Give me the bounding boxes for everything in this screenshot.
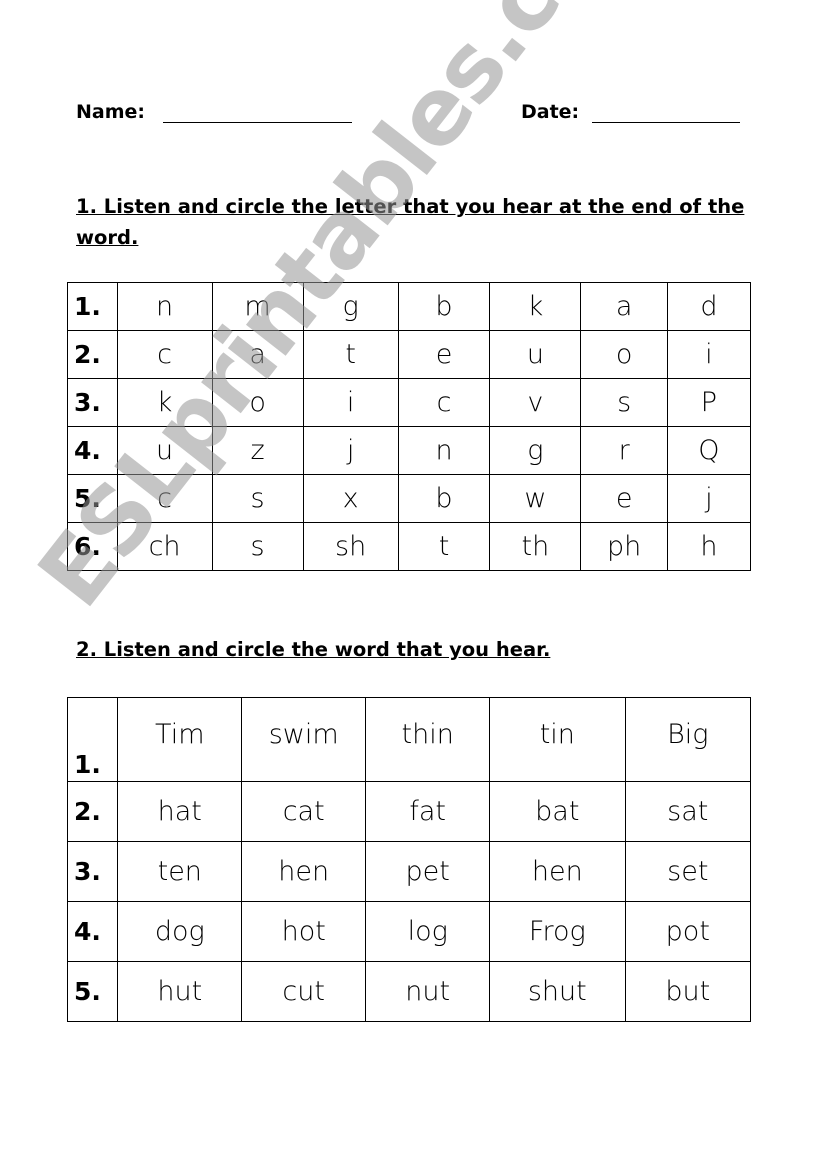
table-row: 2. c a t e u o i xyxy=(67,330,752,379)
answer-option[interactable]: t xyxy=(302,330,399,379)
row-number: 4. xyxy=(66,901,119,962)
row-number: 2. xyxy=(67,330,118,379)
answer-option[interactable]: o xyxy=(580,330,668,379)
answer-option[interactable]: hen xyxy=(489,841,626,902)
answer-option[interactable]: u xyxy=(489,330,582,379)
answer-option[interactable]: d xyxy=(666,282,752,331)
row-number: 1. xyxy=(67,282,118,331)
answer-option[interactable]: a xyxy=(580,282,668,331)
answer-option[interactable]: tin xyxy=(489,697,626,782)
table-row: 1. Tim swim thin tin Big xyxy=(66,697,752,782)
answer-option[interactable]: k xyxy=(116,378,213,427)
answer-option[interactable]: b xyxy=(397,282,491,331)
row-number: 3. xyxy=(67,378,118,427)
answer-option[interactable]: fat xyxy=(365,781,491,842)
answer-option[interactable]: t xyxy=(397,522,491,571)
letters-table: 1. n m g b k a d 2. c a t e u o i 3. k o i c v s P 4. u z j n g r Q 5. c s… xyxy=(67,282,752,571)
answer-option[interactable]: hen xyxy=(241,841,367,902)
answer-option[interactable]: g xyxy=(302,282,399,331)
answer-option[interactable]: h xyxy=(666,522,752,571)
answer-option[interactable]: P xyxy=(666,378,752,427)
name-label: Name: xyxy=(76,101,146,123)
answer-option[interactable]: e xyxy=(580,474,668,523)
answer-option[interactable]: a xyxy=(211,330,304,379)
answer-option[interactable]: nut xyxy=(365,961,491,1022)
date-field[interactable] xyxy=(592,122,740,123)
section2-instruction: 2. Listen and circle the word that you h… xyxy=(76,638,551,661)
answer-option[interactable]: Big xyxy=(624,697,752,782)
answer-option[interactable]: shut xyxy=(489,961,626,1022)
answer-option[interactable]: hot xyxy=(241,901,367,962)
answer-option[interactable]: m xyxy=(211,282,304,331)
answer-option[interactable]: z xyxy=(211,426,304,475)
answer-option[interactable]: s xyxy=(580,378,668,427)
answer-option[interactable]: hat xyxy=(117,781,243,842)
answer-option[interactable]: c xyxy=(397,378,491,427)
answer-option[interactable]: v xyxy=(489,378,582,427)
answer-option[interactable]: e xyxy=(397,330,491,379)
table-row: 5. hut cut nut shut but xyxy=(66,961,752,1022)
answer-option[interactable]: u xyxy=(116,426,213,475)
answer-option[interactable]: dog xyxy=(117,901,243,962)
answer-option[interactable]: Tim xyxy=(117,697,243,782)
worksheet-page: Name: Date: 1. Listen and circle the let… xyxy=(0,0,821,1169)
answer-option[interactable]: log xyxy=(365,901,491,962)
answer-option[interactable]: cut xyxy=(241,961,367,1022)
answer-option[interactable]: w xyxy=(489,474,582,523)
table-row: 4. u z j n g r Q xyxy=(67,426,752,475)
answer-option[interactable]: c xyxy=(116,474,213,523)
answer-option[interactable]: thin xyxy=(365,697,491,782)
answer-option[interactable]: but xyxy=(624,961,752,1022)
answer-option[interactable]: g xyxy=(489,426,582,475)
row-number: 5. xyxy=(66,961,119,1022)
table-row: 1. n m g b k a d xyxy=(67,282,752,331)
answer-option[interactable]: pot xyxy=(624,901,752,962)
answer-option[interactable]: Frog xyxy=(489,901,626,962)
answer-option[interactable]: b xyxy=(397,474,491,523)
answer-option[interactable]: r xyxy=(580,426,668,475)
answer-option[interactable]: j xyxy=(302,426,399,475)
row-number: 4. xyxy=(67,426,118,475)
table-row: 2. hat cat fat bat sat xyxy=(66,781,752,842)
answer-option[interactable]: i xyxy=(666,330,752,379)
answer-option[interactable]: ten xyxy=(117,841,243,902)
date-label: Date: xyxy=(521,101,580,123)
answer-option[interactable]: k xyxy=(489,282,582,331)
answer-option[interactable]: c xyxy=(116,330,213,379)
row-number: 1. xyxy=(66,697,119,782)
table-row: 4. dog hot log Frog pot xyxy=(66,901,752,962)
table-row: 5. c s x b w e j xyxy=(67,474,752,523)
answer-option[interactable]: cat xyxy=(241,781,367,842)
answer-option[interactable]: pet xyxy=(365,841,491,902)
row-number: 6. xyxy=(67,522,118,571)
answer-option[interactable]: hut xyxy=(117,961,243,1022)
name-field[interactable] xyxy=(163,122,352,123)
words-table: 1. Tim swim thin tin Big 2. hat cat fat bat sat 3. te… xyxy=(66,697,752,1022)
row-number: 2. xyxy=(66,781,119,842)
answer-option[interactable]: sh xyxy=(302,522,399,571)
answer-option[interactable]: th xyxy=(489,522,582,571)
answer-option[interactable]: ph xyxy=(580,522,668,571)
table-row: 3. k o i c v s P xyxy=(67,378,752,427)
answer-option[interactable]: x xyxy=(302,474,399,523)
answer-option[interactable]: s xyxy=(211,474,304,523)
answer-option[interactable]: sat xyxy=(624,781,752,842)
answer-option[interactable]: swim xyxy=(241,697,367,782)
answer-option[interactable]: ch xyxy=(116,522,213,571)
row-number: 5. xyxy=(67,474,118,523)
answer-option[interactable]: set xyxy=(624,841,752,902)
answer-option[interactable]: n xyxy=(116,282,213,331)
row-number: 3. xyxy=(66,841,119,902)
answer-option[interactable]: n xyxy=(397,426,491,475)
answer-option[interactable]: o xyxy=(211,378,304,427)
answer-option[interactable]: bat xyxy=(489,781,626,842)
answer-option[interactable]: s xyxy=(211,522,304,571)
answer-option[interactable]: Q xyxy=(666,426,752,475)
table-row: 6. ch s sh t th ph h xyxy=(67,522,752,571)
answer-option[interactable]: j xyxy=(666,474,752,523)
table-row: 3. ten hen pet hen set xyxy=(66,841,752,902)
section1-instruction: 1. Listen and circle the letter that you… xyxy=(76,195,745,249)
answer-option[interactable]: i xyxy=(302,378,399,427)
